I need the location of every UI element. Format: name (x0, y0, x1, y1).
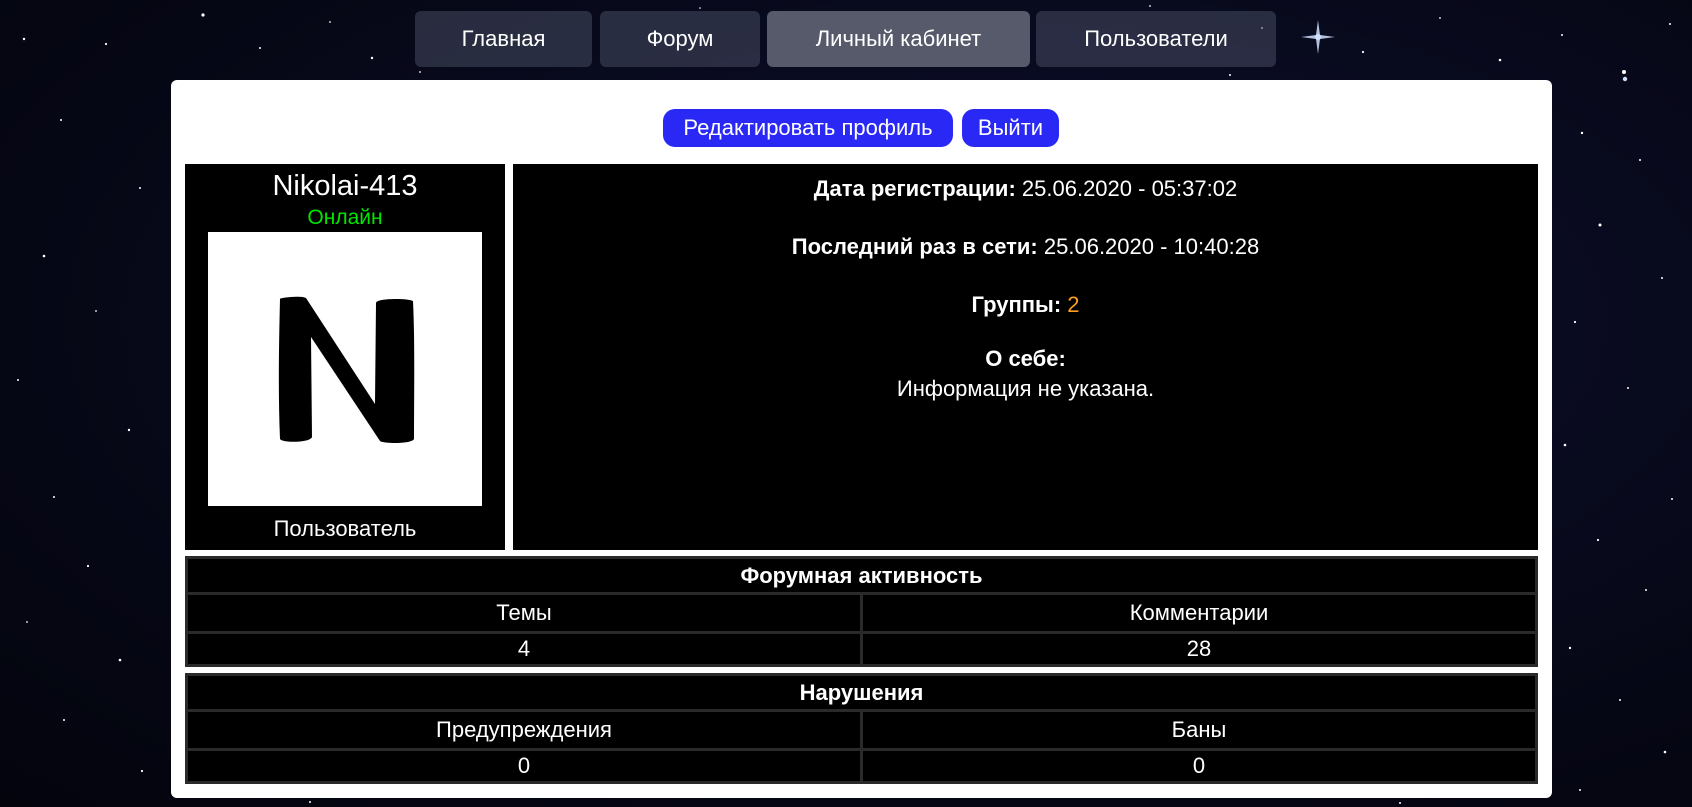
registration-label: Дата регистрации: (813, 176, 1016, 201)
tab-home[interactable]: Главная (415, 11, 592, 67)
about-label-text: О себе: (985, 346, 1066, 371)
topics-count: 4 (517, 636, 531, 661)
logout-button[interactable]: Выйти (962, 109, 1059, 147)
warnings-count: 0 (517, 753, 531, 778)
user-role: Пользователь (273, 516, 417, 541)
comments-header: Комментарии (860, 595, 1535, 631)
last-seen-label: Последний раз в сети: (791, 234, 1038, 259)
tab-users[interactable]: Пользователи (1036, 11, 1276, 67)
forum-activity-title: Форумная активность (188, 559, 1535, 595)
main-navigation: Главная Форум Личный кабинет Пользовател… (0, 11, 1692, 68)
tab-home-label: Главная (461, 26, 546, 51)
online-status: Онлайн (307, 206, 383, 229)
avatar-letter-icon (278, 296, 415, 444)
groups-label: Группы: (971, 292, 1062, 317)
bans-count: 0 (860, 751, 1535, 781)
table-row: 4 28 (188, 634, 1535, 664)
tab-forum-label: Форум (646, 26, 714, 51)
user-card: Nikolai-413 Онлайн Пользователь (185, 164, 505, 550)
bans-header: Баны (860, 712, 1535, 748)
registration-value: 25.06.2020 - 05:37:02 (1021, 176, 1238, 201)
last-seen: Последний раз в сети: 25.06.2020 - 10:40… (513, 234, 1538, 260)
username: Nikolai-413 (272, 170, 418, 202)
edit-profile-button-label: Редактировать профиль (683, 115, 933, 140)
tab-users-label: Пользователи (1084, 26, 1228, 51)
comments-count: 28 (860, 634, 1535, 664)
topics-header: Темы (496, 600, 552, 625)
groups-value[interactable]: 2 (1067, 292, 1079, 317)
violations-table: Нарушения Предупреждения Баны 0 0 (185, 673, 1538, 784)
tab-personal-account[interactable]: Личный кабинет (767, 11, 1030, 67)
table-row: 0 0 (188, 751, 1535, 781)
violations-title: Нарушения (188, 676, 1535, 712)
forum-activity-table: Форумная активность Темы Комментарии 4 2… (185, 556, 1538, 667)
table-row: Предупреждения Баны (188, 712, 1535, 751)
table-row: Темы Комментарии (188, 595, 1535, 634)
avatar (208, 232, 482, 506)
edit-profile-button[interactable]: Редактировать профиль (663, 109, 953, 147)
profile-info: Дата регистрации: 25.06.2020 - 05:37:02 … (513, 164, 1538, 550)
tab-forum[interactable]: Форум (600, 11, 760, 67)
tab-personal-account-label: Личный кабинет (815, 26, 982, 51)
logout-button-label: Выйти (977, 115, 1044, 140)
profile-panel: Редактировать профиль Выйти Nikolai-413 … (171, 80, 1552, 798)
groups: Группы: 2 (513, 292, 1538, 318)
warnings-header: Предупреждения (436, 717, 612, 742)
last-seen-value: 25.06.2020 - 10:40:28 (1043, 234, 1260, 259)
registration-date: Дата регистрации: 25.06.2020 - 05:37:02 (513, 176, 1538, 202)
about-label: О себе: (513, 346, 1538, 372)
about-value: Информация не указана. (896, 376, 1155, 401)
